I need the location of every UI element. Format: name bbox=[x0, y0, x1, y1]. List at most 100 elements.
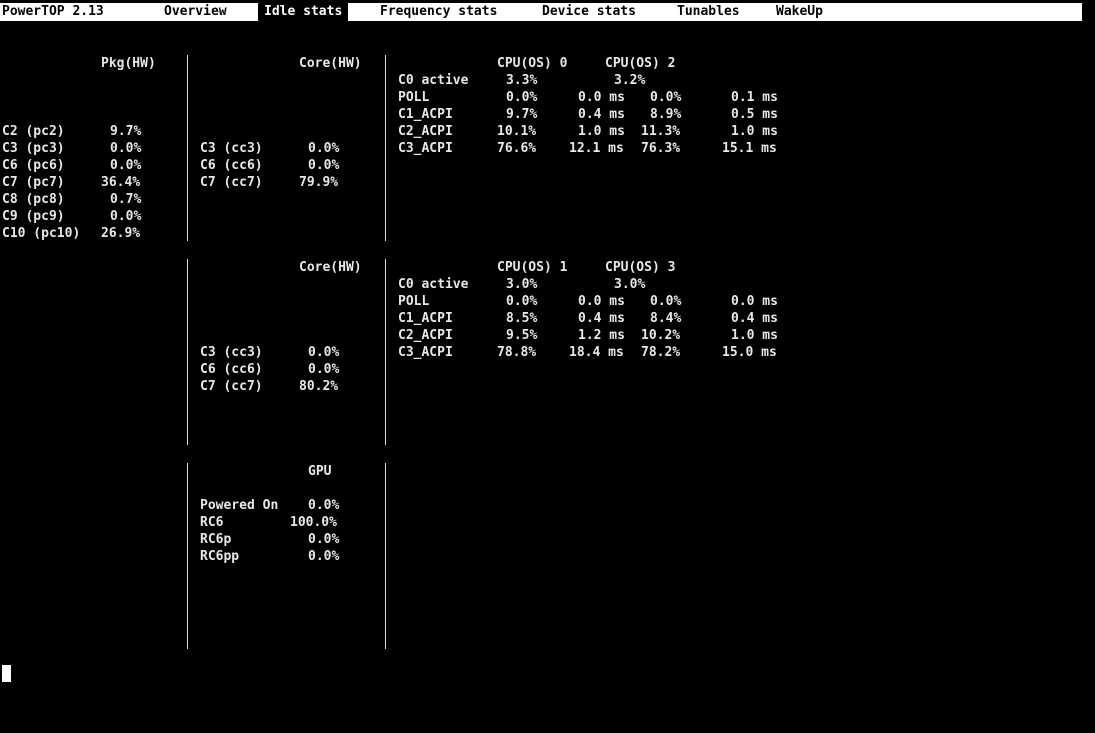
gpu-row-label: RC6p bbox=[200, 532, 232, 547]
cpu-time-a: 1.0 ms bbox=[578, 124, 625, 139]
cpu-pct-b: 8.4% bbox=[650, 311, 682, 326]
cpu-time-a: 0.0 ms bbox=[578, 294, 625, 309]
pkg-row-label: C7 (pc7) bbox=[2, 175, 65, 190]
cpu-row-label: C1_ACPI bbox=[398, 311, 453, 326]
column-divider bbox=[385, 55, 386, 241]
core-row-label: C7 (cc7) bbox=[200, 175, 263, 190]
cpu-pct-b: 11.3% bbox=[641, 124, 681, 139]
core-row-value: 0.0% bbox=[308, 141, 340, 156]
cpu-time-b: 0.4 ms bbox=[731, 311, 778, 326]
app-title: PowerTOP 2.13 bbox=[2, 4, 104, 19]
cpu-time-a: 18.4 ms bbox=[569, 345, 624, 360]
column-divider bbox=[187, 463, 188, 649]
cpu-row-label: C3_ACPI bbox=[398, 345, 453, 360]
pkg-row-value: 9.7% bbox=[110, 124, 142, 139]
cpu-time-b: 0.0 ms bbox=[731, 294, 778, 309]
cpu-row-label: C0 active bbox=[398, 277, 469, 292]
cpu-time-a: 0.4 ms bbox=[578, 311, 625, 326]
pkg-row-value: 0.0% bbox=[110, 209, 142, 224]
cpu-time-b: 0.5 ms bbox=[731, 107, 778, 122]
cpu-pct-a: 0.0% bbox=[506, 294, 538, 309]
gpu-row-value: 0.0% bbox=[308, 549, 340, 564]
cpu-time-b: 1.0 ms bbox=[731, 124, 778, 139]
tab-bar bbox=[0, 3, 1082, 21]
tab-frequency-stats[interactable]: Frequency stats bbox=[380, 3, 497, 21]
cpu-pct-b: 3.0% bbox=[614, 277, 646, 292]
cpu-pct-a: 8.5% bbox=[506, 311, 538, 326]
core-row-label: C7 (cc7) bbox=[200, 379, 263, 394]
pkg-row-label: C10 (pc10) bbox=[2, 226, 81, 241]
cpu-time-b: 15.1 ms bbox=[722, 141, 777, 156]
terminal-screen: PowerTOP 2.13 Overview Idle stats Freque… bbox=[0, 0, 1095, 733]
tab-wakeup[interactable]: WakeUp bbox=[776, 3, 823, 21]
cpu-time-b: 1.0 ms bbox=[731, 328, 778, 343]
column-divider bbox=[385, 463, 386, 649]
cpu-pct-a: 10.1% bbox=[497, 124, 537, 139]
core-row-value: 0.0% bbox=[308, 362, 340, 377]
cpu-pct-b: 0.0% bbox=[650, 90, 682, 105]
gpu-row-value: 100.0% bbox=[290, 515, 337, 530]
cpu-time-b: 0.1 ms bbox=[731, 90, 778, 105]
core-hw-header: Core(HW) bbox=[299, 260, 362, 275]
cpu-pct-a: 3.0% bbox=[506, 277, 538, 292]
cpu-pct-b: 0.0% bbox=[650, 294, 682, 309]
pkg-row-value: 0.7% bbox=[110, 192, 142, 207]
pkg-row-label: C9 (pc9) bbox=[2, 209, 65, 224]
gpu-row-label: RC6pp bbox=[200, 549, 240, 564]
cpu-header-b: CPU(OS) 3 bbox=[605, 260, 676, 275]
core-row-label: C3 (cc3) bbox=[200, 345, 263, 360]
gpu-header: GPU bbox=[308, 464, 332, 479]
pkg-row-label: C2 (pc2) bbox=[2, 124, 65, 139]
cpu-pct-a: 78.8% bbox=[497, 345, 537, 360]
column-divider bbox=[187, 55, 188, 241]
cpu-time-a: 1.2 ms bbox=[578, 328, 625, 343]
cpu-row-label: C2_ACPI bbox=[398, 124, 453, 139]
gpu-row-value: 0.0% bbox=[308, 532, 340, 547]
tab-idle-stats[interactable]: Idle stats bbox=[258, 3, 349, 21]
core-row-value: 80.2% bbox=[299, 379, 339, 394]
gpu-row-label: Powered On bbox=[200, 498, 279, 513]
cpu-pct-b: 3.2% bbox=[614, 73, 646, 88]
cpu-time-a: 0.4 ms bbox=[578, 107, 625, 122]
pkg-row-label: C8 (pc8) bbox=[2, 192, 65, 207]
gpu-row-label: RC6 bbox=[200, 515, 224, 530]
tab-device-stats[interactable]: Device stats bbox=[542, 3, 636, 21]
cpu-pct-b: 78.2% bbox=[641, 345, 681, 360]
cpu-row-label: C2_ACPI bbox=[398, 328, 453, 343]
cpu-pct-a: 76.6% bbox=[497, 141, 537, 156]
core-row-label: C3 (cc3) bbox=[200, 141, 263, 156]
cpu-row-label: C3_ACPI bbox=[398, 141, 453, 156]
core-row-value: 0.0% bbox=[308, 158, 340, 173]
core-row-value: 0.0% bbox=[308, 345, 340, 360]
cpu-header-a: CPU(OS) 0 bbox=[497, 56, 568, 71]
text-cursor bbox=[2, 665, 11, 682]
pkg-row-label: C6 (pc6) bbox=[2, 158, 65, 173]
cpu-pct-b: 8.9% bbox=[650, 107, 682, 122]
cpu-time-b: 15.0 ms bbox=[722, 345, 777, 360]
pkg-row-value: 26.9% bbox=[101, 226, 141, 241]
gpu-row-value: 0.0% bbox=[308, 498, 340, 513]
pkg-row-value: 0.0% bbox=[110, 141, 142, 156]
column-divider bbox=[385, 259, 386, 445]
pkg-row-value: 0.0% bbox=[110, 158, 142, 173]
cpu-pct-a: 0.0% bbox=[506, 90, 538, 105]
pkg-hw-header: Pkg(HW) bbox=[101, 56, 156, 71]
cpu-row-label: C0 active bbox=[398, 73, 469, 88]
core-row-label: C6 (cc6) bbox=[200, 362, 263, 377]
cpu-row-label: POLL bbox=[398, 294, 430, 309]
cpu-pct-b: 76.3% bbox=[641, 141, 681, 156]
cpu-time-a: 12.1 ms bbox=[569, 141, 624, 156]
tab-tunables[interactable]: Tunables bbox=[677, 3, 740, 21]
cpu-row-label: POLL bbox=[398, 90, 430, 105]
core-row-label: C6 (cc6) bbox=[200, 158, 263, 173]
cpu-row-label: C1_ACPI bbox=[398, 107, 453, 122]
tab-overview[interactable]: Overview bbox=[164, 3, 227, 21]
cpu-pct-a: 9.5% bbox=[506, 328, 538, 343]
cpu-header-a: CPU(OS) 1 bbox=[497, 260, 568, 275]
core-row-value: 79.9% bbox=[299, 175, 339, 190]
column-divider bbox=[187, 259, 188, 445]
cpu-pct-a: 9.7% bbox=[506, 107, 538, 122]
core-hw-header: Core(HW) bbox=[299, 56, 362, 71]
cpu-header-b: CPU(OS) 2 bbox=[605, 56, 676, 71]
pkg-row-value: 36.4% bbox=[101, 175, 141, 190]
